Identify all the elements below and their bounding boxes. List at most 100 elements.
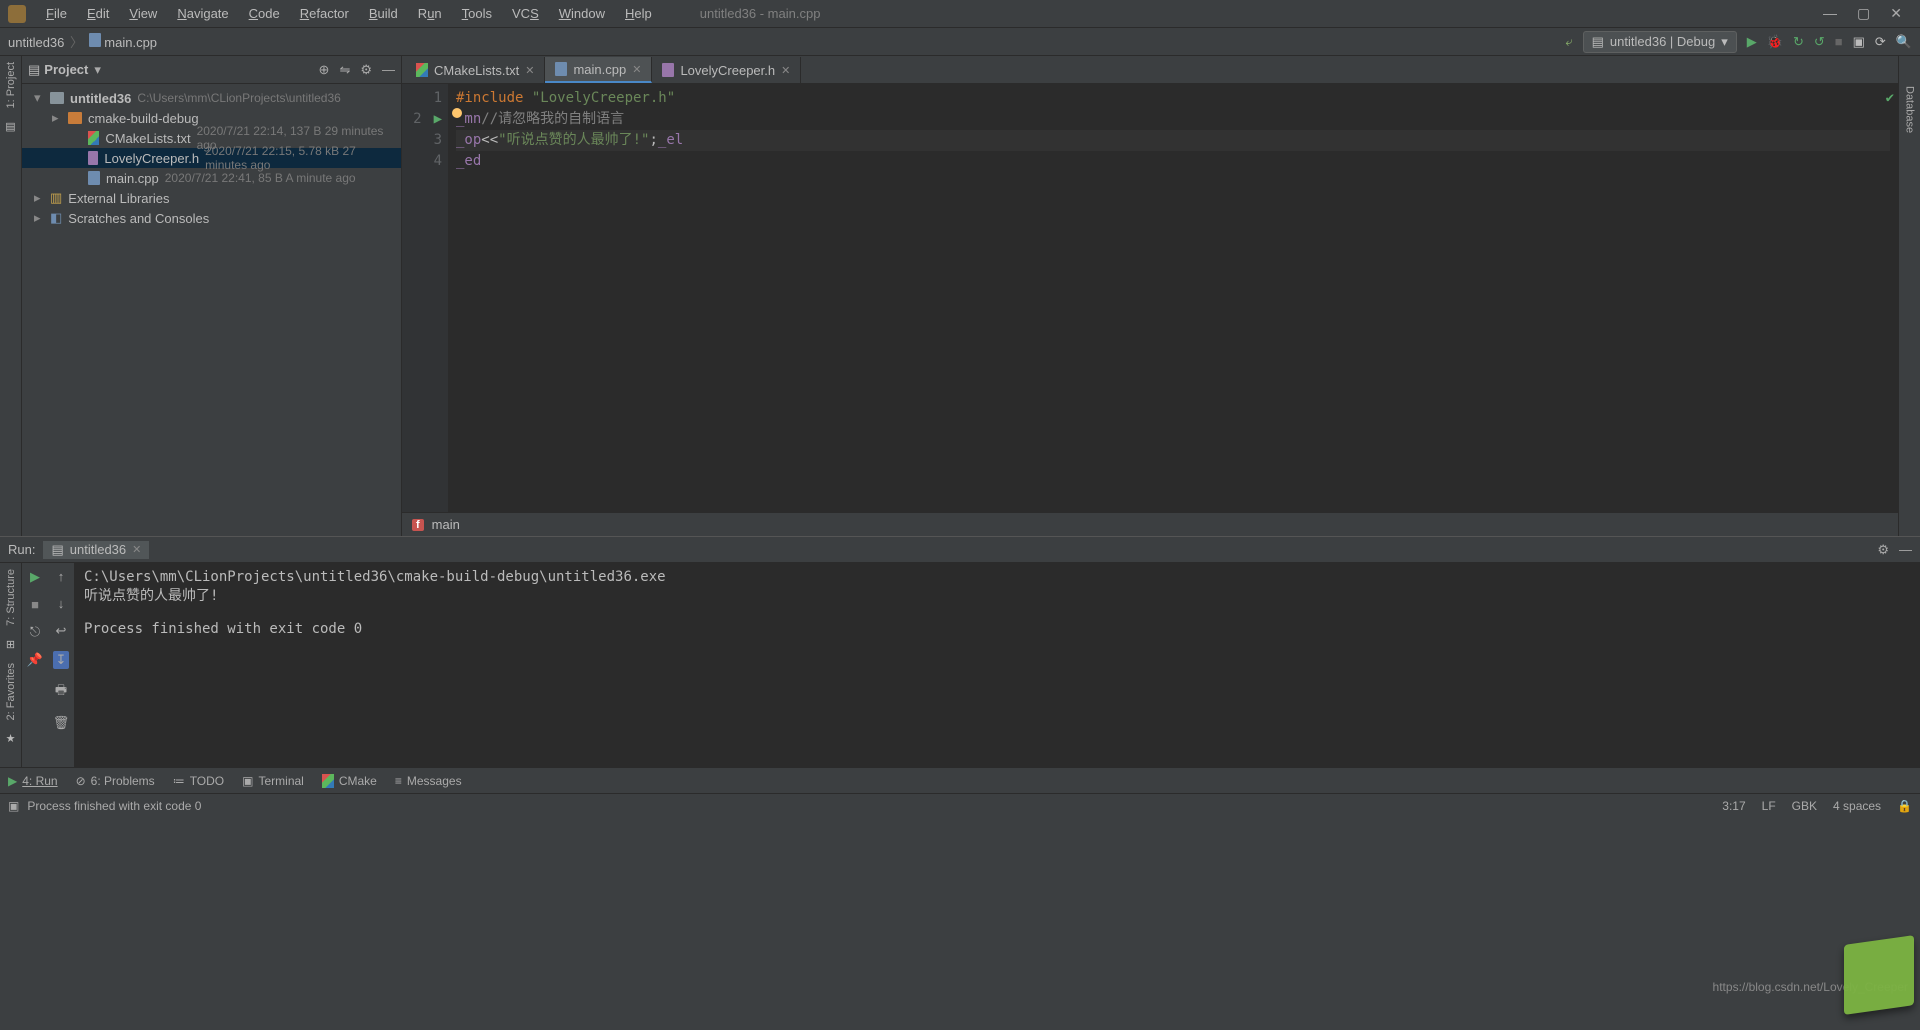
locate-icon[interactable]: ⊕ — [319, 62, 330, 78]
debug-button-icon[interactable]: 🐞 — [1767, 34, 1783, 50]
side-icon[interactable]: ⊞ — [6, 638, 15, 651]
tree-scratches[interactable]: ▸ ◧ Scratches and Consoles — [22, 208, 401, 228]
tree-file-name: main.cpp — [106, 171, 159, 186]
side-tool-strip-lower: 7: Structure ⊞ 2: Favorites ★ — [0, 563, 22, 767]
inspection-ok-icon[interactable]: ✔ — [1886, 90, 1894, 106]
status-encoding[interactable]: GBK — [1792, 799, 1817, 813]
hide-panel-icon[interactable]: — — [382, 62, 395, 78]
library-icon: ▥ — [50, 190, 62, 206]
editor-body[interactable]: 1 2 ▶ 3 4 #include "LovelyCreeper.h" _mn… — [402, 84, 1898, 512]
bottom-tab-messages[interactable]: ≡Messages — [395, 774, 462, 788]
context-badge: f — [412, 519, 424, 531]
cpp-file-icon — [89, 33, 101, 47]
context-function[interactable]: main — [432, 517, 460, 532]
status-line-ending[interactable]: LF — [1762, 799, 1776, 813]
exit-icon[interactable]: ⎋ — [30, 624, 40, 640]
side-favorites[interactable]: 2: Favorites — [5, 663, 17, 720]
close-tab-icon[interactable]: ✕ — [781, 64, 790, 77]
coverage-icon[interactable]: ↻ — [1793, 34, 1804, 50]
rerun-icon[interactable]: ▶ — [30, 569, 40, 585]
tab-cmakelists[interactable]: CMakeLists.txt ✕ — [406, 57, 545, 83]
layout-icon[interactable]: ▣ — [1853, 34, 1865, 50]
collapse-icon[interactable]: ⇋ — [339, 62, 350, 78]
menu-view[interactable]: View — [121, 4, 165, 23]
menu-edit[interactable]: Edit — [79, 4, 117, 23]
bottom-tab-terminal[interactable]: ▣Terminal — [242, 774, 304, 788]
run-button-icon[interactable]: ▶ — [1747, 34, 1757, 50]
gear-icon[interactable]: ⚙ — [1877, 542, 1889, 558]
right-strip-database[interactable]: Database — [1904, 86, 1916, 133]
stop-button-icon[interactable]: ■ — [1835, 34, 1843, 49]
menu-vcs[interactable]: VCS — [504, 4, 547, 23]
run-console-output[interactable]: C:\Users\mm\CLionProjects\untitled36\cma… — [74, 563, 1920, 767]
menu-refactor[interactable]: Refactor — [292, 4, 357, 23]
tree-external-libraries[interactable]: ▸ ▥ External Libraries — [22, 188, 401, 208]
breadcrumb[interactable]: untitled36 〉 main.cpp — [8, 32, 157, 51]
down-icon[interactable]: ↓ — [58, 596, 65, 611]
menu-window[interactable]: Window — [551, 4, 613, 23]
up-icon[interactable]: ↑ — [58, 569, 65, 584]
run-panel-target-tab[interactable]: ▤ untitled36 ✕ — [43, 541, 149, 559]
bottom-tool-tabs: ▶4: Run ⊘6: Problems ≔TODO ▣Terminal CMa… — [0, 767, 1920, 793]
tab-maincpp[interactable]: main.cpp ✕ — [545, 57, 652, 83]
project-panel-header: ▤ Project ▾ ⊕ ⇋ ⚙ — — [22, 56, 401, 84]
tab-lovelycreeper[interactable]: LovelyCreeper.h ✕ — [652, 57, 801, 83]
close-tab-icon[interactable]: ✕ — [132, 543, 141, 556]
breadcrumb-file[interactable]: main.cpp — [104, 35, 157, 50]
status-indent[interactable]: 4 spaces — [1833, 799, 1881, 813]
project-panel-title[interactable]: Project — [44, 62, 88, 77]
bottom-tab-cmake[interactable]: CMake — [322, 774, 377, 788]
maximize-icon[interactable]: ▢ — [1857, 5, 1870, 22]
folder-icon — [68, 112, 82, 124]
menu-run[interactable]: Run — [410, 4, 450, 23]
tree-file-lovelycreeper[interactable]: LovelyCreeper.h 2020/7/21 22:15, 5.78 kB… — [22, 148, 401, 168]
run-icon: ▶ — [8, 774, 17, 788]
close-tab-icon[interactable]: ✕ — [525, 64, 534, 77]
run-config-selector[interactable]: ▤ untitled36 | Debug ▾ — [1583, 31, 1737, 53]
left-strip-bookmark-icon[interactable]: ▤ — [5, 120, 15, 133]
tree-root[interactable]: ▾ untitled36 C:\Users\mm\CLionProjects\u… — [22, 88, 401, 108]
gear-icon[interactable]: ⚙ — [360, 62, 372, 78]
editor-code-area[interactable]: #include "LovelyCreeper.h" _mn//请忽略我的自制语… — [448, 84, 1898, 512]
code-op: << — [481, 132, 498, 148]
tree-file-maincpp[interactable]: main.cpp 2020/7/21 22:41, 85 B A minute … — [22, 168, 401, 188]
intention-bulb-icon[interactable] — [452, 108, 462, 118]
run-config-label: untitled36 | Debug — [1610, 34, 1715, 49]
hide-panel-icon[interactable]: — — [1899, 542, 1912, 558]
soft-wrap-icon[interactable]: ↩ — [56, 623, 67, 639]
update-icon[interactable]: ⟳ — [1875, 34, 1886, 50]
menu-build[interactable]: Build — [361, 4, 406, 23]
status-icon[interactable]: ▣ — [8, 799, 19, 813]
print-icon[interactable]: 🖶 — [55, 681, 67, 703]
menu-navigate[interactable]: Navigate — [169, 4, 236, 23]
breadcrumb-project[interactable]: untitled36 — [8, 35, 64, 50]
status-lock-icon[interactable]: 🔒 — [1897, 799, 1912, 813]
close-icon[interactable]: ✕ — [1890, 5, 1902, 22]
side-star-icon[interactable]: ★ — [6, 732, 16, 745]
search-everywhere-icon[interactable]: 🔍 — [1896, 34, 1912, 50]
side-structure[interactable]: 7: Structure — [5, 569, 17, 626]
bottom-tab-problems[interactable]: ⊘6: Problems — [76, 774, 155, 788]
minimize-icon[interactable]: — — [1823, 5, 1837, 22]
menu-tools[interactable]: Tools — [454, 4, 500, 23]
scroll-to-end-icon[interactable]: ↧ — [53, 651, 70, 669]
header-file-icon — [662, 63, 674, 77]
bottom-tab-todo[interactable]: ≔TODO — [173, 774, 224, 788]
cmake-file-icon — [416, 63, 428, 77]
menu-code[interactable]: Code — [241, 4, 288, 23]
menu-file[interactable]: File — [38, 4, 75, 23]
left-strip-project[interactable]: 1: Project — [5, 62, 17, 108]
build-hammer-icon[interactable]: ⤶ — [1565, 34, 1572, 50]
bottom-tab-run[interactable]: ▶4: Run — [8, 774, 58, 788]
chevron-down-icon[interactable]: ▾ — [94, 62, 101, 78]
tree-file-meta: 2020/7/21 22:15, 5.78 kB 27 minutes ago — [205, 144, 395, 172]
trash-icon[interactable]: 🗑 — [53, 715, 70, 731]
pin-icon[interactable]: 📌 — [27, 652, 43, 668]
stop-icon[interactable]: ■ — [31, 597, 39, 612]
close-tab-icon[interactable]: ✕ — [632, 63, 641, 76]
menu-help[interactable]: Help — [617, 4, 660, 23]
run-gutter-icon[interactable]: ▶ — [430, 109, 442, 130]
profile-icon[interactable]: ↺ — [1814, 34, 1825, 50]
status-caret-pos[interactable]: 3:17 — [1722, 799, 1745, 813]
run-target-icon: ▤ — [51, 542, 63, 558]
